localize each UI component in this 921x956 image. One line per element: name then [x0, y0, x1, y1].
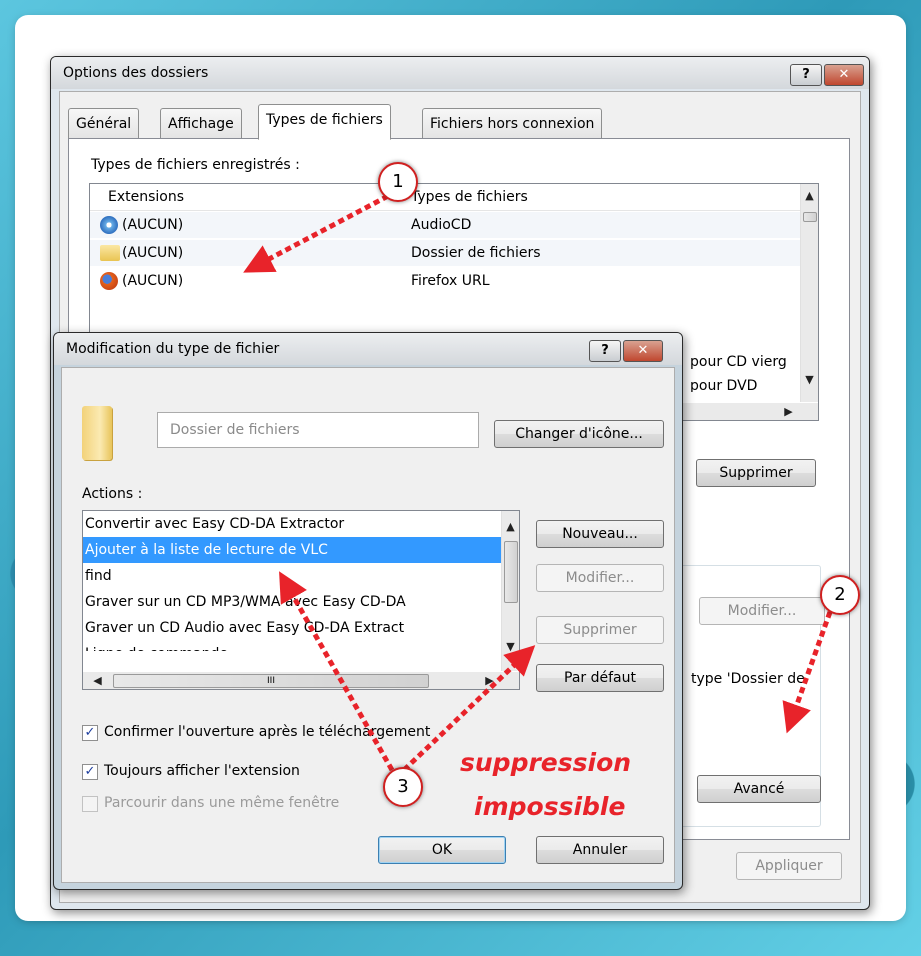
row-type: AudioCD — [411, 217, 472, 233]
actions-vscroll[interactable]: ▲ ▼ — [501, 511, 519, 671]
folder-icon — [82, 406, 112, 460]
list-item[interactable]: Ajouter à la liste de lecture de VLC — [83, 537, 501, 563]
advanced-button[interactable]: Avancé — [697, 775, 821, 803]
actions-list[interactable]: Convertir avec Easy CD-DA Extractor Ajou… — [82, 510, 520, 690]
scroll-up-arrow-icon[interactable]: ▲ — [801, 190, 818, 202]
list-item[interactable]: Ligne de commande — [83, 641, 501, 651]
table-row[interactable]: (AUCUN) Firefox URL — [90, 268, 800, 294]
list-item[interactable]: find — [83, 563, 501, 589]
firefox-icon — [100, 272, 118, 290]
row-extension: (AUCUN) — [122, 245, 184, 261]
partial-row-text: pour DVD — [690, 378, 758, 392]
scroll-down-arrow-icon[interactable]: ▼ — [502, 641, 519, 653]
annotation-badge-2: 2 — [820, 575, 860, 615]
list-item[interactable]: Convertir avec Easy CD-DA Extractor — [83, 511, 501, 537]
scroll-thumb[interactable]: III — [113, 674, 429, 688]
new-action-button[interactable]: Nouveau... — [536, 520, 664, 548]
tab-general[interactable]: Général — [68, 108, 140, 138]
main-delete-button[interactable]: Supprimer — [696, 459, 816, 487]
apply-button[interactable]: Appliquer — [736, 852, 842, 880]
scroll-up-arrow-icon[interactable]: ▲ — [502, 521, 519, 533]
audiocd-icon — [100, 216, 118, 234]
confirm-open-checkbox[interactable]: ✓ — [82, 725, 98, 741]
scroll-left-arrow-icon[interactable]: ◀ — [89, 675, 106, 687]
folder-icon — [100, 245, 120, 261]
ok-button[interactable]: OK — [378, 836, 506, 864]
column-header-types[interactable]: Types de fichiers — [411, 184, 528, 210]
modify-action-button[interactable]: Modifier... — [536, 564, 664, 592]
always-show-extension-label: Toujours afficher l'extension — [104, 763, 300, 779]
browse-same-window-checkbox[interactable] — [82, 796, 98, 812]
table-row[interactable]: (AUCUN) AudioCD — [90, 212, 800, 238]
annotation-note-line2: impossible — [474, 792, 626, 821]
scroll-thumb[interactable] — [504, 541, 518, 603]
help-button[interactable]: ? — [790, 64, 822, 86]
scroll-right-arrow-icon[interactable]: ▶ — [481, 675, 498, 687]
file-types-vscroll[interactable]: ▲ ▼ — [800, 184, 818, 402]
main-modify-button[interactable]: Modifier... — [699, 597, 825, 625]
list-header: Extensions Types de fichiers — [90, 184, 800, 211]
change-icon-button[interactable]: Changer d'icône... — [494, 420, 664, 448]
delete-action-button[interactable]: Supprimer — [536, 616, 664, 644]
folder-options-title: Options des dossiers — [63, 65, 209, 81]
help-button[interactable]: ? — [589, 340, 621, 362]
list-item[interactable]: Graver sur un CD MP3/WMA avec Easy CD-DA — [83, 589, 501, 615]
scroll-thumb[interactable] — [803, 212, 817, 222]
confirm-open-label: Confirmer l'ouverture après le télécharg… — [104, 724, 431, 740]
scroll-down-arrow-icon[interactable]: ▼ — [801, 374, 818, 386]
tab-fichiers-hors-connexion[interactable]: Fichiers hors connexion — [422, 108, 603, 138]
partial-row-text: pour CD vierg — [690, 354, 787, 370]
details-description-text: type 'Dossier de — [691, 671, 805, 687]
default-action-button[interactable]: Par défaut — [536, 664, 664, 692]
row-extension: (AUCUN) — [122, 217, 184, 233]
always-show-extension-checkbox[interactable]: ✓ — [82, 764, 98, 780]
registered-types-label: Types de fichiers enregistrés : — [91, 157, 300, 173]
actions-hscroll[interactable]: ◀ III ▶ — [83, 672, 519, 689]
row-type: Firefox URL — [411, 273, 490, 289]
scroll-right-arrow-icon[interactable]: ▶ — [780, 406, 797, 418]
edit-dialog-titlebar: Modification du type de fichier ? ✕ — [54, 333, 682, 365]
column-header-extensions[interactable]: Extensions — [108, 184, 184, 210]
browse-same-window-label: Parcourir dans une même fenêtre — [104, 795, 340, 811]
cancel-button[interactable]: Annuler — [536, 836, 664, 864]
edit-dialog-title: Modification du type de fichier — [66, 341, 280, 357]
tab-types-de-fichiers[interactable]: Types de fichiers — [258, 104, 391, 140]
annotation-note-line1: suppression — [460, 748, 632, 777]
file-type-name-field[interactable]: Dossier de fichiers — [157, 412, 479, 448]
actions-label: Actions : — [82, 486, 143, 502]
close-button[interactable]: ✕ — [623, 340, 663, 362]
close-button[interactable]: ✕ — [824, 64, 864, 86]
scroll-grip: III — [267, 676, 275, 686]
list-item[interactable]: Graver un CD Audio avec Easy CD-DA Extra… — [83, 615, 501, 641]
annotation-badge-1: 1 — [378, 162, 418, 202]
table-row[interactable]: (AUCUN) Dossier de fichiers — [90, 240, 800, 266]
tab-affichage[interactable]: Affichage — [160, 108, 242, 138]
folder-options-titlebar: Options des dossiers ? ✕ — [51, 57, 869, 89]
annotation-badge-3: 3 — [383, 767, 423, 807]
row-type: Dossier de fichiers — [411, 245, 541, 261]
row-extension: (AUCUN) — [122, 273, 184, 289]
